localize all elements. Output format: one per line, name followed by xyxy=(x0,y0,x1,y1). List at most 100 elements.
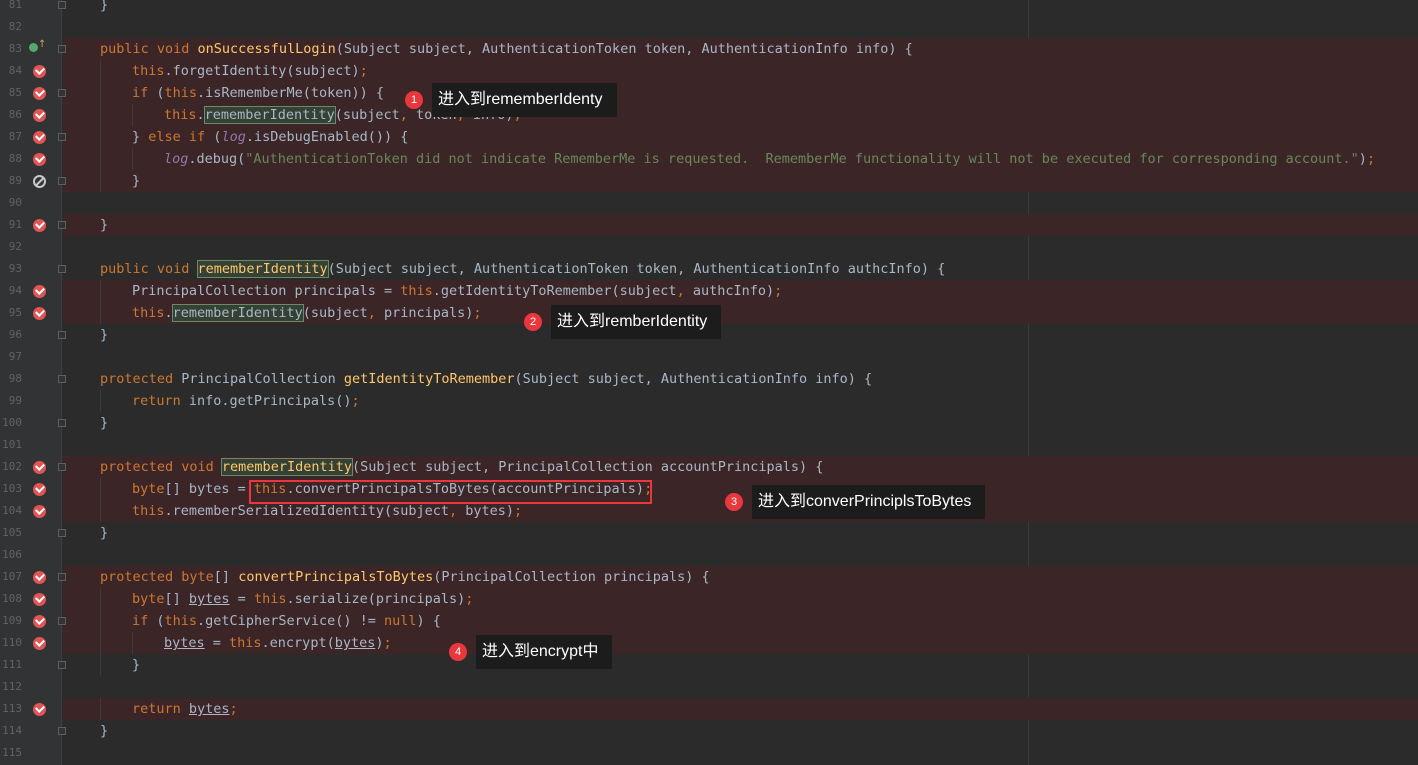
code-line[interactable]: 115 xyxy=(0,742,1418,764)
fold-toggle-icon[interactable] xyxy=(58,45,66,53)
breakpoint-icon[interactable] xyxy=(33,615,46,628)
breakpoint-icon[interactable] xyxy=(33,505,46,518)
code-text[interactable]: return info.getPrincipals(); xyxy=(132,390,360,412)
code-line[interactable]: 100} xyxy=(0,412,1418,434)
line-number: 108 xyxy=(2,592,22,605)
fold-toggle-icon[interactable] xyxy=(58,727,66,735)
fold-toggle-icon[interactable] xyxy=(58,529,66,537)
code-text[interactable]: public void onSuccessfulLogin(Subject su… xyxy=(100,38,913,60)
code-text[interactable]: this.rememberIdentity(subject, principal… xyxy=(132,302,482,324)
code-text[interactable]: } xyxy=(132,654,140,676)
code-line[interactable]: 112 xyxy=(0,676,1418,698)
code-line[interactable]: 106 xyxy=(0,544,1418,566)
fold-toggle-icon[interactable] xyxy=(58,177,66,185)
breakpoint-icon[interactable] xyxy=(33,219,46,232)
code-text[interactable]: } xyxy=(100,720,108,742)
code-line[interactable]: 89} xyxy=(0,170,1418,192)
code-text[interactable]: byte[] bytes = this.serialize(principals… xyxy=(132,588,473,610)
code-text[interactable]: protected PrincipalCollection getIdentit… xyxy=(100,368,872,390)
breakpoint-icon[interactable] xyxy=(33,637,46,650)
code-text[interactable]: public void rememberIdentity(Subject sub… xyxy=(100,258,945,280)
code-line[interactable]: 86this.rememberIdentity(subject, token, … xyxy=(0,104,1418,126)
code-line[interactable]: 87} else if (log.isDebugEnabled()) { xyxy=(0,126,1418,148)
override-method-icon[interactable] xyxy=(29,43,38,52)
fold-toggle-icon[interactable] xyxy=(58,375,66,383)
code-text[interactable]: bytes = this.encrypt(bytes); xyxy=(164,632,392,654)
code-line[interactable]: 110 bytes = this.encrypt(bytes); xyxy=(0,632,1418,654)
fold-toggle-icon[interactable] xyxy=(58,661,66,669)
code-line[interactable]: 91} xyxy=(0,214,1418,236)
code-line[interactable]: 97 xyxy=(0,346,1418,368)
indent-guide xyxy=(132,148,133,170)
indent-guide xyxy=(100,302,101,324)
fold-toggle-icon[interactable] xyxy=(58,617,66,625)
breakpoint-icon[interactable] xyxy=(33,131,46,144)
code-line[interactable]: 83 ↑ public void onSuccessfulLogin(Subject… xyxy=(0,38,1418,60)
breakpoint-icon[interactable] xyxy=(33,153,46,166)
fold-toggle-icon[interactable] xyxy=(58,221,66,229)
code-text[interactable]: } xyxy=(100,522,108,544)
fold-toggle-icon[interactable] xyxy=(58,1,66,9)
code-editor[interactable]: 81} 82 83 ↑ public void onSuccessfulLogin(Su… xyxy=(0,0,1418,765)
breakpoint-icon[interactable] xyxy=(33,87,46,100)
code-text[interactable]: return bytes; xyxy=(132,698,238,720)
code-text[interactable]: protected void rememberIdentity(Subject … xyxy=(100,456,823,478)
code-line[interactable]: 81} xyxy=(0,0,1418,16)
code-text[interactable]: log.debug("AuthenticationToken did not i… xyxy=(164,148,1375,170)
fold-toggle-icon[interactable] xyxy=(58,265,66,273)
code-line[interactable]: 98 protected PrincipalCollection getIdent… xyxy=(0,368,1418,390)
line-highlight xyxy=(63,698,1418,720)
code-text[interactable]: } xyxy=(100,0,108,16)
fold-toggle-icon[interactable] xyxy=(58,89,66,97)
breakpoint-icon[interactable] xyxy=(33,703,46,716)
code-line[interactable]: 85 if (this.isRememberMe(token)) { xyxy=(0,82,1418,104)
code-line[interactable]: 108 byte[] bytes = this.serialize(princip… xyxy=(0,588,1418,610)
fold-toggle-icon[interactable] xyxy=(58,419,66,427)
code-text[interactable]: PrincipalCollection principals = this.ge… xyxy=(132,280,782,302)
breakpoint-icon[interactable] xyxy=(33,65,46,78)
disabled-breakpoint-icon[interactable] xyxy=(33,175,46,188)
line-number: 81 xyxy=(8,0,22,11)
code-text[interactable]: protected byte[] convertPrincipalsToByte… xyxy=(100,566,710,588)
code-line[interactable]: 107 protected byte[] convertPrincipalsToB… xyxy=(0,566,1418,588)
code-line[interactable]: 103 byte[] bytes = this.convertPrincipals… xyxy=(0,478,1418,500)
code-line[interactable]: 88 log.debug("AuthenticationToken did not… xyxy=(0,148,1418,170)
code-text[interactable]: if (this.isRememberMe(token)) { xyxy=(132,82,384,104)
code-text[interactable]: } xyxy=(132,170,140,192)
code-line[interactable]: 82 xyxy=(0,16,1418,38)
breakpoint-icon[interactable] xyxy=(33,307,46,320)
breakpoint-icon[interactable] xyxy=(33,593,46,606)
fold-toggle-icon[interactable] xyxy=(58,331,66,339)
code-line[interactable]: 93 public void rememberIdentity(Subject s… xyxy=(0,258,1418,280)
code-text[interactable]: if (this.getCipherService() != null) { xyxy=(132,610,441,632)
code-line[interactable]: 109 if (this.getCipherService() != null) … xyxy=(0,610,1418,632)
code-line[interactable]: 90 xyxy=(0,192,1418,214)
fold-toggle-icon[interactable] xyxy=(58,133,66,141)
code-line[interactable]: 113 return bytes; xyxy=(0,698,1418,720)
code-line[interactable]: 114} xyxy=(0,720,1418,742)
code-line[interactable]: 102 protected void rememberIdentity(Subje… xyxy=(0,456,1418,478)
fold-toggle-icon[interactable] xyxy=(58,463,66,471)
annotation-badge-2: 2 xyxy=(524,313,542,331)
code-line[interactable]: 92 xyxy=(0,236,1418,258)
indent-guide xyxy=(100,654,101,676)
line-number: 85 xyxy=(8,86,22,99)
code-text[interactable]: } xyxy=(100,214,108,236)
code-text[interactable]: } else if (log.isDebugEnabled()) { xyxy=(132,126,408,148)
code-line[interactable]: 94 PrincipalCollection principals = this.… xyxy=(0,280,1418,302)
fold-toggle-icon[interactable] xyxy=(58,573,66,581)
breakpoint-icon[interactable] xyxy=(33,461,46,474)
code-text[interactable]: } xyxy=(100,324,108,346)
code-text[interactable]: this.forgetIdentity(subject); xyxy=(132,60,368,82)
code-line[interactable]: 84 this.forgetIdentity(subject); xyxy=(0,60,1418,82)
code-line[interactable]: 105} xyxy=(0,522,1418,544)
code-line[interactable]: 99 return info.getPrincipals(); xyxy=(0,390,1418,412)
code-text[interactable]: } xyxy=(100,412,108,434)
breakpoint-icon[interactable] xyxy=(33,109,46,122)
code-line[interactable]: 111} xyxy=(0,654,1418,676)
code-line[interactable]: 101 xyxy=(0,434,1418,456)
breakpoint-icon[interactable] xyxy=(33,483,46,496)
breakpoint-icon[interactable] xyxy=(33,571,46,584)
code-line[interactable]: 104 this.rememberSerializedIdentity(subje… xyxy=(0,500,1418,522)
breakpoint-icon[interactable] xyxy=(33,285,46,298)
